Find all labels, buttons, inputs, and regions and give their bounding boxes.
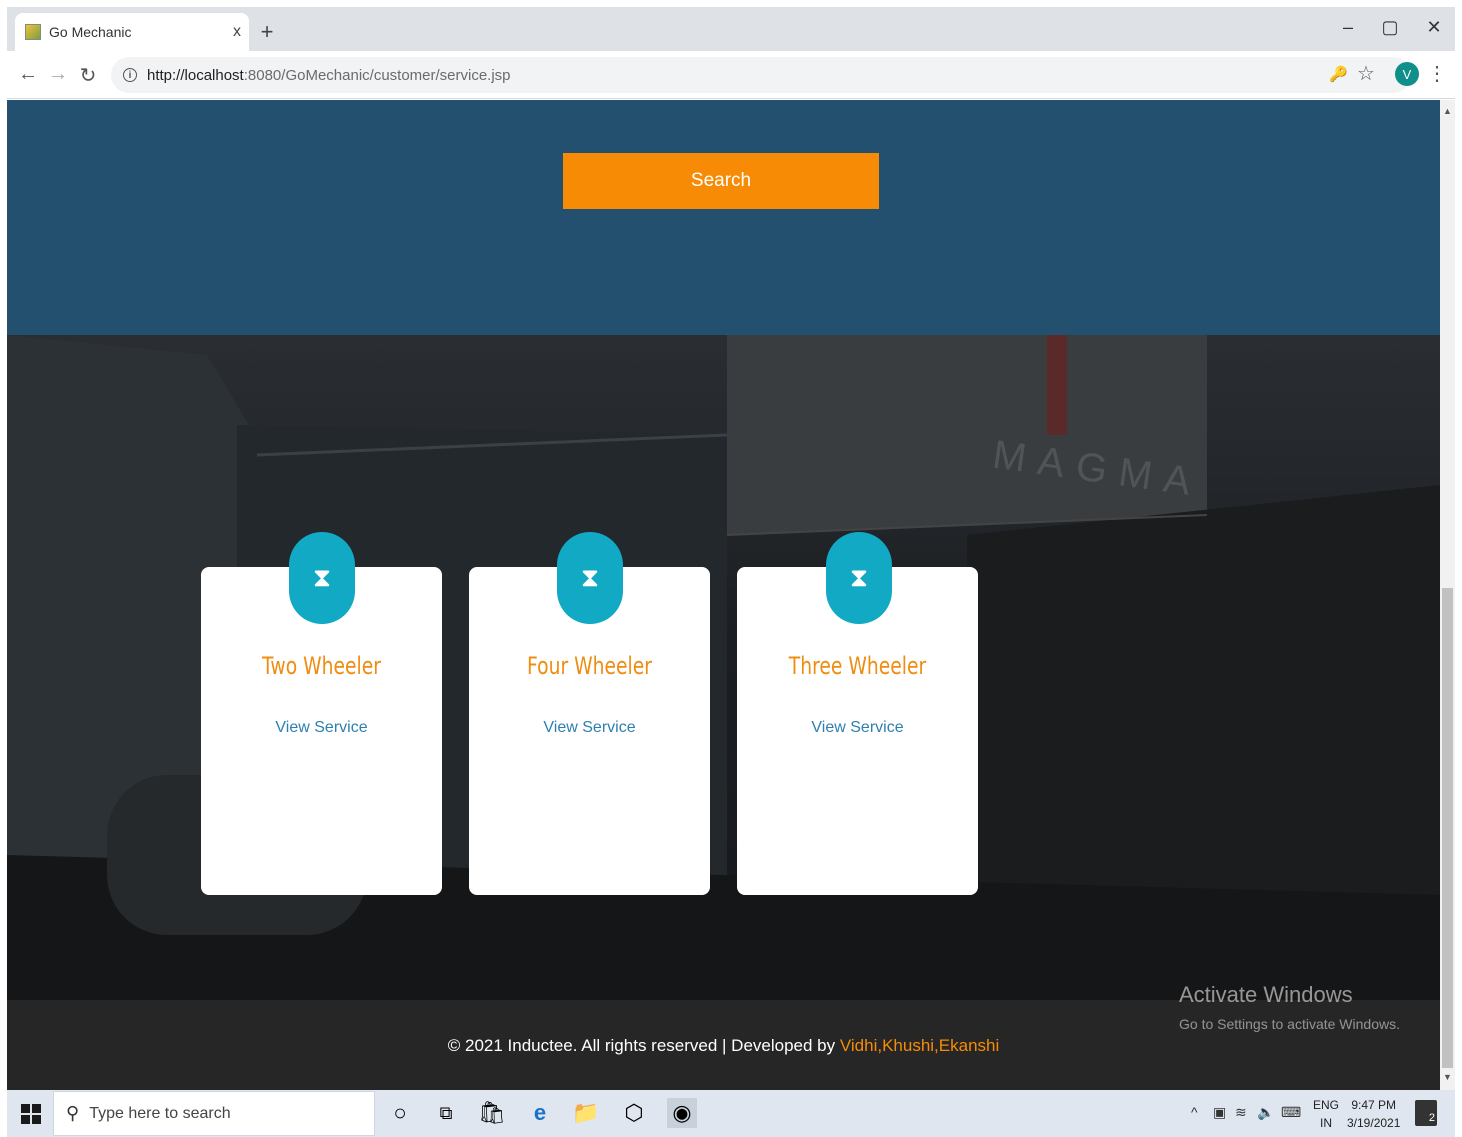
taskbar-search-box[interactable]: ⚲ Type here to search [53,1091,375,1136]
developers-link[interactable]: Vidhi,Khushi,Ekanshi [840,1036,999,1055]
activate-windows-title: Activate Windows [1179,982,1353,1007]
close-tab-icon[interactable]: x [225,23,249,41]
system-clock[interactable]: 9:47 PM 3/19/2021 [1347,1096,1400,1132]
volume-icon[interactable]: 🔈 [1257,1104,1274,1121]
clock-date: 3/19/2021 [1347,1116,1401,1130]
windows-taskbar: ⚲ Type here to search ○ ⧉ 🛍 e 📁 ⬡ ◉ ^ ▣ … [7,1090,1455,1137]
lang-bottom: IN [1320,1116,1332,1130]
view-service-link[interactable]: View Service [201,719,442,737]
windows-start-icon[interactable] [21,1104,41,1124]
lang-top: ENG [1313,1098,1340,1112]
store-icon[interactable]: 🛍 [477,1098,507,1128]
profile-avatar[interactable]: V [1395,62,1419,86]
minimize-icon[interactable]: – [1333,17,1363,38]
activate-windows-subtitle: Go to Settings to activate Windows. [1179,1016,1400,1032]
footer-text: © 2021 Inductee. All rights reserved | D… [7,1036,1440,1056]
hourglass-icon: ⧗ [289,532,355,624]
service-title: Three Wheeler [788,652,927,680]
search-button[interactable]: Search [563,153,879,209]
service-title: Two Wheeler [262,652,381,680]
search-icon: ⚲ [66,1103,80,1123]
key-icon[interactable]: 🔑 [1329,65,1348,83]
virtualbox-icon[interactable]: ⬡ [619,1098,649,1128]
services-section: MAGMA Two Wheeler View Service Four Whee… [7,335,1440,1000]
reload-icon[interactable]: ↻ [75,63,101,88]
scroll-down-arrow-icon[interactable]: ▼ [1443,1072,1452,1082]
wifi-icon[interactable]: ≋ [1235,1104,1247,1121]
clock-time: 9:47 PM [1351,1098,1397,1112]
view-service-link[interactable]: View Service [737,719,978,737]
view-service-link[interactable]: View Service [469,719,710,737]
show-hidden-icons-icon[interactable]: ^ [1191,1104,1198,1120]
close-window-icon[interactable]: ✕ [1419,17,1449,38]
taskbar-search-placeholder: Type here to search [89,1104,231,1122]
hourglass-icon: ⧗ [826,532,892,624]
hourglass-icon: ⧗ [557,532,623,624]
info-icon[interactable]: i [123,68,137,82]
tab-go-mechanic[interactable]: Go Mechanic x [15,13,249,51]
service-title: Four Wheeler [527,652,652,680]
hero-section: Search [7,100,1440,335]
new-tab-button[interactable]: + [253,19,281,45]
page-viewport: Search MAGMA Two Wheeler View Service Fo… [7,100,1440,1090]
scroll-up-arrow-icon[interactable]: ▲ [1443,106,1452,116]
back-icon[interactable]: ← [15,63,41,86]
copyright-text: © 2021 Inductee. All rights reserved | D… [447,1036,840,1055]
task-view-icon[interactable]: ⧉ [431,1098,461,1128]
notification-count: 2 [1428,1112,1435,1124]
address-bar[interactable]: i http://localhost:8080/GoMechanic/custo… [111,57,1411,93]
file-explorer-icon[interactable]: 📁 [571,1098,601,1128]
browser-toolbar: ← → ↻ i http://localhost:8080/GoMechanic… [7,51,1455,99]
bookmark-star-icon[interactable]: ☆ [1357,61,1375,86]
browser-tab-bar: Go Mechanic x + – ▢ ✕ [7,7,1455,51]
footer: © 2021 Inductee. All rights reserved | D… [7,982,1440,1090]
url-path: :8080/GoMechanic/customer/service.jsp [243,66,511,84]
notification-center-icon[interactable]: 2 [1415,1100,1437,1126]
tray-app-icon[interactable]: ▣ [1213,1104,1226,1121]
browser-menu-icon[interactable]: ⋮ [1427,61,1447,86]
page-scrollbar[interactable]: ▲ ▼ [1440,100,1455,1090]
forward-icon[interactable]: → [45,63,71,86]
chrome-icon[interactable]: ◉ [667,1098,697,1128]
url-host: http://localhost [147,66,244,84]
scroll-thumb[interactable] [1442,588,1453,1068]
edge-icon[interactable]: e [525,1098,555,1128]
input-language[interactable]: ENG IN [1313,1096,1339,1132]
cortana-icon[interactable]: ○ [385,1098,415,1128]
tab-title: Go Mechanic [49,24,132,40]
restore-icon[interactable]: ▢ [1375,17,1405,38]
favicon-icon [25,24,41,40]
keyboard-icon[interactable]: ⌨ [1281,1104,1301,1121]
